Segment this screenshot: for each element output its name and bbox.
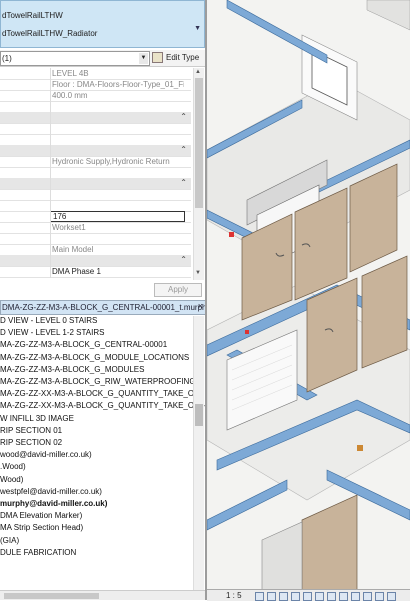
browser-tree-item[interactable]: MA-ZG-ZZ-XX-M3-A-BLOCK_G_QUANTITY_TAKE_O… <box>0 401 205 412</box>
type-name-label: dTowelRailLTHW_Radiator <box>2 29 98 38</box>
properties-grid: LEVEL 4B Floor : DMA-Floors-Floor-Type_01… <box>0 68 193 280</box>
browser-tree-item[interactable]: RIP SECTION 02 <box>0 438 62 449</box>
scrollbar-thumb[interactable] <box>195 78 203 208</box>
browser-tree-item[interactable]: westpfel@david-miller.co.uk) <box>0 487 102 498</box>
property-value: Floor : DMA-Floors-Floor-Type_01_Fi... <box>52 80 184 89</box>
browser-tree-item[interactable]: wood@david-miller.co.uk) <box>0 450 92 461</box>
browser-tree-item[interactable]: MA Strip Section Head) <box>0 523 83 534</box>
close-icon[interactable]: × <box>198 301 203 311</box>
instance-bar: (1) ▼ Edit Type <box>0 50 205 67</box>
scrollbar-thumb[interactable] <box>195 404 203 426</box>
browser-tree-item[interactable]: (GIA) <box>0 536 19 547</box>
chevron-down-icon[interactable]: ▼ <box>139 53 148 64</box>
type-family-label: dTowelRailLTHW <box>2 11 63 20</box>
column-divider <box>50 68 51 278</box>
scrollbar-thumb[interactable] <box>4 593 99 599</box>
browser-tree-item[interactable]: murphy@david-miller.co.uk) <box>0 499 107 510</box>
instance-filter-label: (1) <box>2 54 12 63</box>
view-scale-label[interactable]: 1 : 5 <box>226 591 242 600</box>
property-value-input[interactable]: 176 <box>50 211 185 222</box>
model-3d-render <box>207 0 410 591</box>
collapse-chevron-icon[interactable]: ⌃ <box>180 112 187 121</box>
browser-tree-item[interactable]: DULE FABRICATION <box>0 548 76 559</box>
browser-scrollbar[interactable] <box>193 316 204 590</box>
browser-tree-item[interactable]: MA-ZG-ZZ-M3-A-BLOCK_G_MODULES <box>0 365 144 376</box>
browser-tree-item[interactable]: RIP SECTION 01 <box>0 426 62 437</box>
property-value: LEVEL 4B <box>52 69 89 78</box>
project-browser-title: DMA-ZG-ZZ-M3-A-BLOCK_G_CENTRAL-00001_t.m… <box>2 303 205 312</box>
browser-tree-item[interactable]: MA-ZG-ZZ-M3-A-BLOCK_G_RIW_WATERPROOFING <box>0 377 196 388</box>
edit-type-button[interactable]: Edit Type <box>152 52 199 64</box>
browser-tree-item[interactable]: Wood) <box>0 475 23 486</box>
instance-filter-dropdown[interactable]: (1) ▼ <box>0 51 150 66</box>
browser-hscrollbar[interactable] <box>0 590 205 600</box>
browser-tree-item[interactable]: DMA Elevation Marker) <box>0 511 82 522</box>
property-row[interactable]: DMA Phase 1 <box>0 266 191 278</box>
apply-button[interactable]: Apply <box>154 283 202 297</box>
project-browser-tree: D VIEW - LEVEL 0 STAIRS D VIEW - LEVEL 1-… <box>0 316 205 590</box>
property-value: DMA Phase 1 <box>52 267 101 276</box>
properties-scrollbar[interactable]: ▲ ▼ <box>193 68 204 280</box>
project-browser-titlebar: DMA-ZG-ZZ-M3-A-BLOCK_G_CENTRAL-00001_t.m… <box>0 300 205 315</box>
browser-tree-item[interactable]: MA-ZG-ZZ-M3-A-BLOCK_G_MODULE_LOCATIONS <box>0 353 189 364</box>
browser-tree-item[interactable]: W INFILL 3D IMAGE <box>0 414 74 425</box>
left-panel: dTowelRailLTHW dTowelRailLTHW_Radiator ▼… <box>0 0 205 600</box>
collapse-chevron-icon[interactable]: ⌃ <box>180 255 187 264</box>
property-value: Workset1 <box>52 223 86 232</box>
browser-tree-item[interactable]: MA-ZG-ZZ-M3-A-BLOCK_G_CENTRAL-00001 <box>0 340 167 351</box>
browser-tree-item[interactable]: D VIEW - LEVEL 1-2 STAIRS <box>0 328 104 339</box>
browser-tree-item[interactable]: .Wood) <box>0 462 26 473</box>
scroll-down-icon[interactable]: ▼ <box>195 270 201 276</box>
browser-tree-item[interactable]: D VIEW - LEVEL 0 STAIRS <box>0 316 97 327</box>
3d-view-canvas[interactable] <box>207 0 410 600</box>
property-value: 400.0 mm <box>52 91 88 100</box>
edit-type-icon <box>152 52 163 64</box>
property-value: Main Model <box>52 245 94 254</box>
browser-tree-item[interactable]: MA-ZG-ZZ-XX-M3-A-BLOCK_G_QUANTITY_TAKE_O… <box>0 389 204 400</box>
collapse-chevron-icon[interactable]: ⌃ <box>180 178 187 187</box>
edit-type-label: Edit Type <box>166 53 200 62</box>
chevron-down-icon[interactable]: ▼ <box>194 25 201 32</box>
collapse-chevron-icon[interactable]: ⌃ <box>180 145 187 154</box>
scroll-up-icon[interactable]: ▲ <box>195 69 201 75</box>
property-value: Hydronic Supply,Hydronic Return <box>52 157 170 166</box>
type-selector[interactable]: dTowelRailLTHW dTowelRailLTHW_Radiator ▼ <box>0 0 205 48</box>
view-control-bar: 1 : 5 <box>207 589 410 601</box>
